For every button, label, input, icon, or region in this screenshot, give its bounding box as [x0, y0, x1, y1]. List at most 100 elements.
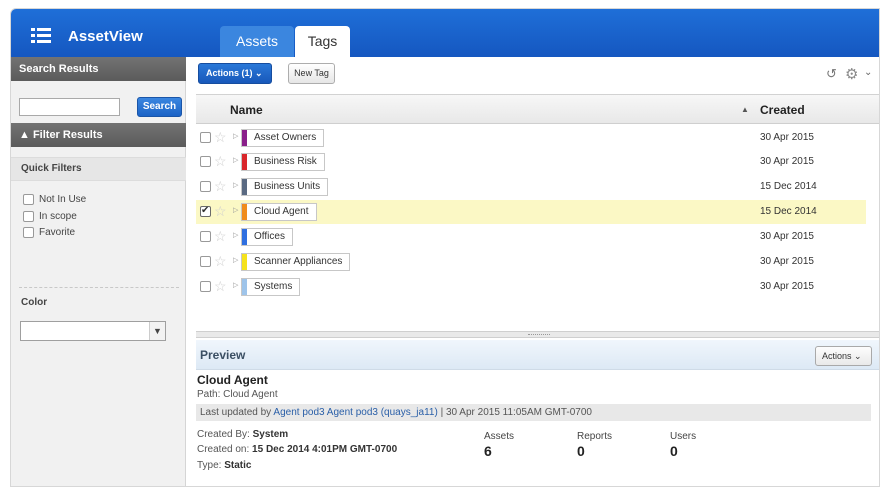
- expand-icon[interactable]: ▷: [233, 206, 238, 214]
- table-row[interactable]: ☆ ▷ Business Units 15 Dec 2014: [196, 175, 866, 199]
- row-checkbox[interactable]: [200, 181, 211, 192]
- table-row[interactable]: ☆ ▷ Cloud Agent 15 Dec 2014: [196, 200, 866, 224]
- table-header: Name ▲ Created: [196, 94, 879, 124]
- reports-stat-value[interactable]: 0: [577, 443, 585, 459]
- updated-suffix: | 30 Apr 2015 11:05AM GMT-0700: [437, 407, 592, 418]
- star-icon[interactable]: ☆: [214, 203, 227, 220]
- type-row: Type: Static: [197, 460, 251, 471]
- tag-name: Cloud Agent: [254, 206, 309, 217]
- expand-icon[interactable]: ▷: [233, 181, 238, 189]
- actions-button[interactable]: Actions (1) ⌄: [198, 63, 272, 84]
- sort-ascending-icon[interactable]: ▲: [741, 105, 749, 114]
- expand-icon[interactable]: ▷: [233, 256, 238, 264]
- search-button[interactable]: Search: [137, 97, 182, 117]
- table-row[interactable]: ☆ ▷ Offices 30 Apr 2015: [196, 225, 866, 249]
- created-by-row: Created By: System: [197, 429, 288, 440]
- new-tag-button[interactable]: New Tag: [288, 63, 335, 84]
- star-icon[interactable]: ☆: [214, 129, 227, 146]
- tag-color-swatch: [242, 229, 247, 245]
- expand-icon[interactable]: ▷: [233, 132, 238, 140]
- tag-name: Scanner Appliances: [254, 256, 343, 267]
- refresh-icon[interactable]: ↺: [826, 66, 837, 82]
- tag-label[interactable]: Systems: [241, 278, 301, 296]
- expand-icon[interactable]: ▷: [233, 281, 238, 289]
- tag-color-swatch: [242, 154, 247, 170]
- filter-results-header[interactable]: ▲ Filter Results: [11, 123, 186, 147]
- updated-by-link[interactable]: Agent pod3 Agent pod3 (quays_ja11): [273, 407, 437, 418]
- search-input[interactable]: [19, 98, 120, 116]
- tag-color-swatch: [242, 130, 247, 146]
- tag-color-swatch: [242, 179, 247, 195]
- expand-icon[interactable]: ▷: [233, 231, 238, 239]
- tag-label[interactable]: Business Units: [241, 178, 329, 196]
- filter-in-scope[interactable]: In scope: [23, 211, 77, 225]
- tag-label[interactable]: Cloud Agent: [241, 203, 317, 221]
- created-date: 30 Apr 2015: [760, 256, 814, 267]
- row-checkbox[interactable]: [200, 156, 211, 167]
- row-checkbox[interactable]: [200, 132, 211, 143]
- created-date: 30 Apr 2015: [760, 281, 814, 292]
- users-stat-value[interactable]: 0: [670, 443, 678, 459]
- preview-actions-button[interactable]: Actions ⌄: [815, 346, 872, 366]
- created-on-label: Created on:: [197, 444, 250, 455]
- created-date: 30 Apr 2015: [760, 231, 814, 242]
- type-value: Static: [224, 460, 252, 471]
- tag-color-swatch: [242, 279, 247, 295]
- quick-filters-label: Quick Filters: [11, 157, 186, 181]
- hamburger-menu-icon[interactable]: [31, 28, 51, 44]
- tag-color-swatch: [242, 204, 247, 220]
- tag-label[interactable]: Scanner Appliances: [241, 253, 351, 271]
- filter-not-in-use[interactable]: Not In Use: [23, 194, 86, 208]
- preview-path: Path: Cloud Agent: [197, 389, 278, 400]
- row-checkbox[interactable]: [200, 281, 211, 292]
- created-date: 30 Apr 2015: [760, 156, 814, 167]
- chevron-down-icon[interactable]: ⌄: [864, 67, 872, 78]
- table-row[interactable]: ☆ ▷ Business Risk 30 Apr 2015: [196, 150, 866, 174]
- drag-handle-icon[interactable]: [528, 334, 550, 335]
- expand-icon[interactable]: ▷: [233, 156, 238, 164]
- app-title: AssetView: [68, 28, 143, 45]
- in-scope-label: In scope: [39, 211, 77, 223]
- table-row[interactable]: ☆ ▷ Systems 30 Apr 2015: [196, 275, 866, 299]
- tag-label[interactable]: Offices: [241, 228, 293, 246]
- star-icon[interactable]: ☆: [214, 253, 227, 270]
- pane-splitter[interactable]: [196, 331, 879, 338]
- tab-tags[interactable]: Tags: [295, 26, 350, 57]
- created-by-label: Created By:: [197, 429, 250, 440]
- chevron-down-icon[interactable]: ▼: [149, 322, 165, 340]
- tag-name: Business Units: [254, 181, 321, 192]
- not-in-use-checkbox[interactable]: [23, 194, 34, 205]
- row-checkbox[interactable]: [200, 231, 211, 242]
- gear-icon[interactable]: ⚙: [845, 65, 858, 83]
- column-created[interactable]: Created: [760, 103, 805, 117]
- preview-title: Preview: [200, 348, 246, 362]
- sidebar: Search Results Search ▲ Filter Results Q…: [11, 57, 186, 486]
- star-icon[interactable]: ☆: [214, 153, 227, 170]
- table-row[interactable]: ☆ ▷ Asset Owners 30 Apr 2015: [196, 126, 866, 150]
- star-icon[interactable]: ☆: [214, 278, 227, 295]
- favorite-checkbox[interactable]: [23, 227, 34, 238]
- column-name[interactable]: Name: [230, 103, 263, 117]
- tag-label[interactable]: Business Risk: [241, 153, 325, 171]
- created-date: 15 Dec 2014: [760, 206, 817, 217]
- created-by-value: System: [252, 429, 289, 440]
- star-icon[interactable]: ☆: [214, 178, 227, 195]
- in-scope-checkbox[interactable]: [23, 211, 34, 222]
- last-updated-bar: Last updated by Agent pod3 Agent pod3 (q…: [196, 404, 871, 421]
- tab-assets[interactable]: Assets: [220, 26, 294, 57]
- star-icon[interactable]: ☆: [214, 228, 227, 245]
- row-checkbox[interactable]: [200, 256, 211, 267]
- tag-color-swatch: [242, 254, 247, 270]
- app-window: AssetView Assets Tags Search Results Sea…: [10, 8, 880, 487]
- tag-label[interactable]: Asset Owners: [241, 129, 325, 147]
- table-row[interactable]: ☆ ▷ Scanner Appliances 30 Apr 2015: [196, 250, 866, 274]
- color-select[interactable]: ▼: [20, 321, 166, 341]
- row-checkbox[interactable]: [200, 205, 211, 217]
- assets-stat-label: Assets: [484, 431, 515, 442]
- preview-tag-name: Cloud Agent: [197, 373, 268, 387]
- filter-favorite[interactable]: Favorite: [23, 227, 75, 241]
- assets-stat-value[interactable]: 6: [484, 443, 492, 459]
- preview-header: Preview Actions ⌄: [196, 340, 879, 370]
- top-bar: AssetView Assets Tags: [11, 9, 879, 57]
- reports-stat-label: Reports: [577, 431, 613, 442]
